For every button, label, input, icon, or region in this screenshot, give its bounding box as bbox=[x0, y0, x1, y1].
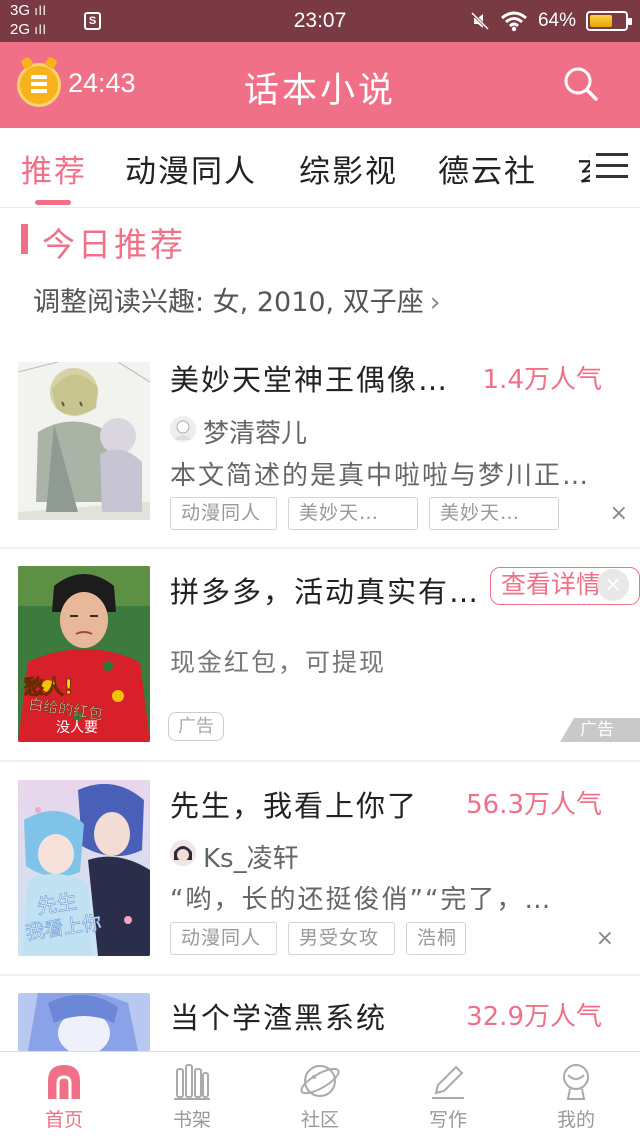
nav-profile-label: 我的 bbox=[556, 1109, 595, 1131]
ad-corner-label: 广告 bbox=[560, 718, 640, 742]
story-popularity: 32.9万人气 bbox=[466, 1002, 602, 1032]
divider bbox=[0, 974, 640, 976]
bottom-nav: 首页 书架 社区 写作 我的 bbox=[0, 1051, 640, 1138]
ad-image: 愁人! 白给的红包 没人要 bbox=[18, 566, 150, 742]
section-marker bbox=[21, 224, 28, 254]
pen-icon bbox=[432, 1065, 464, 1099]
story-tag[interactable]: 美妙天… bbox=[429, 497, 559, 530]
story-description: “哟，长的还挺俊俏”“完了，… bbox=[170, 885, 553, 915]
dismiss-icon[interactable]: × bbox=[596, 926, 614, 951]
interest-text: 调整阅读兴趣: 女, 2010, 双子座 bbox=[33, 287, 424, 318]
ad-caption: 没人要 bbox=[56, 720, 98, 736]
chevron-right-icon: › bbox=[429, 287, 441, 318]
story-cover bbox=[18, 993, 150, 1051]
profile-icon bbox=[563, 1064, 589, 1100]
story-cover: 先生 我看上你 bbox=[18, 780, 150, 956]
ad-badge: 广告 bbox=[168, 712, 224, 741]
story-description: 本文简述的是真中啦啦与梦川正… bbox=[170, 461, 591, 491]
bookshelf-icon bbox=[174, 1064, 210, 1100]
story-popularity: 56.3万人气 bbox=[466, 790, 602, 820]
nav-profile[interactable]: 我的 bbox=[512, 1052, 640, 1138]
story-tags: 动漫同人 美妙天… 美妙天… bbox=[170, 497, 559, 530]
status-right: 64% bbox=[470, 9, 632, 33]
story-popularity: 1.4万人气 bbox=[482, 365, 602, 395]
adjust-interest-link[interactable]: 调整阅读兴趣: 女, 2010, 双子座 › bbox=[33, 280, 441, 319]
ad-title[interactable]: 拼多多，活动真实有… bbox=[170, 569, 488, 611]
home-icon bbox=[48, 1065, 80, 1099]
story-title[interactable]: 当个学渣黑系统 bbox=[170, 995, 387, 1037]
tab-deyunshe[interactable]: 德云社 bbox=[438, 146, 537, 191]
battery-icon bbox=[586, 11, 632, 31]
planet-icon bbox=[300, 1065, 340, 1097]
tab-anime-fanfic[interactable]: 动漫同人 bbox=[125, 146, 257, 191]
divider bbox=[0, 547, 640, 549]
status-bar: 3G ıll 2G ıll S 23:07 64% bbox=[0, 0, 640, 42]
divider bbox=[0, 760, 640, 762]
nav-home-label: 首页 bbox=[44, 1109, 83, 1131]
story-tag[interactable]: 浩桐 bbox=[406, 922, 466, 955]
story-title[interactable]: 美妙天堂神王偶像… bbox=[170, 357, 449, 399]
menu-icon[interactable] bbox=[596, 153, 628, 181]
app-title: 话本小说 bbox=[243, 71, 396, 111]
category-tabs: 推荐 动漫同人 综影视 德云社 玄 bbox=[0, 128, 640, 208]
story-tag[interactable]: 动漫同人 bbox=[170, 922, 277, 955]
author-avatar bbox=[170, 416, 196, 442]
nav-bookshelf[interactable]: 书架 bbox=[128, 1052, 256, 1138]
wifi-icon bbox=[501, 11, 527, 32]
search-icon[interactable] bbox=[563, 66, 599, 102]
nav-bookshelf-label: 书架 bbox=[172, 1109, 211, 1131]
ad-close-icon[interactable]: × bbox=[597, 569, 629, 601]
story-tag[interactable]: 美妙天… bbox=[288, 497, 418, 530]
mute-icon bbox=[470, 11, 490, 31]
story-title[interactable]: 先生，我看上你了 bbox=[170, 783, 418, 825]
story-tags: 动漫同人 男受女攻 浩桐 bbox=[170, 922, 466, 955]
story-author[interactable]: Ks_凌轩 bbox=[203, 838, 299, 875]
story-author[interactable]: 梦清蓉儿 bbox=[203, 413, 307, 450]
tab-recommend[interactable]: 推荐 bbox=[21, 146, 87, 191]
nav-home[interactable]: 首页 bbox=[0, 1052, 128, 1138]
ad-subtitle: 现金红包，可提现 bbox=[170, 648, 387, 677]
story-cover bbox=[18, 362, 150, 520]
battery-percent: 64% bbox=[537, 10, 576, 31]
tab-film-tv[interactable]: 综影视 bbox=[299, 146, 398, 191]
app-screen: 3G ıll 2G ıll S 23:07 64% 24:43 话本小说 推荐 … bbox=[0, 0, 640, 1138]
dismiss-icon[interactable]: × bbox=[610, 501, 628, 526]
active-tab-indicator bbox=[35, 200, 71, 205]
story-tag[interactable]: 男受女攻 bbox=[288, 922, 395, 955]
nav-write[interactable]: 写作 bbox=[384, 1052, 512, 1138]
nav-community-label: 社区 bbox=[300, 1109, 339, 1131]
author-avatar bbox=[170, 840, 196, 866]
nav-write-label: 写作 bbox=[428, 1109, 467, 1131]
app-header: 24:43 话本小说 bbox=[0, 42, 640, 128]
story-tag[interactable]: 动漫同人 bbox=[170, 497, 277, 530]
battery-fill bbox=[590, 15, 612, 27]
section-title: 今日推荐 bbox=[42, 225, 186, 264]
nav-community[interactable]: 社区 bbox=[256, 1052, 384, 1138]
